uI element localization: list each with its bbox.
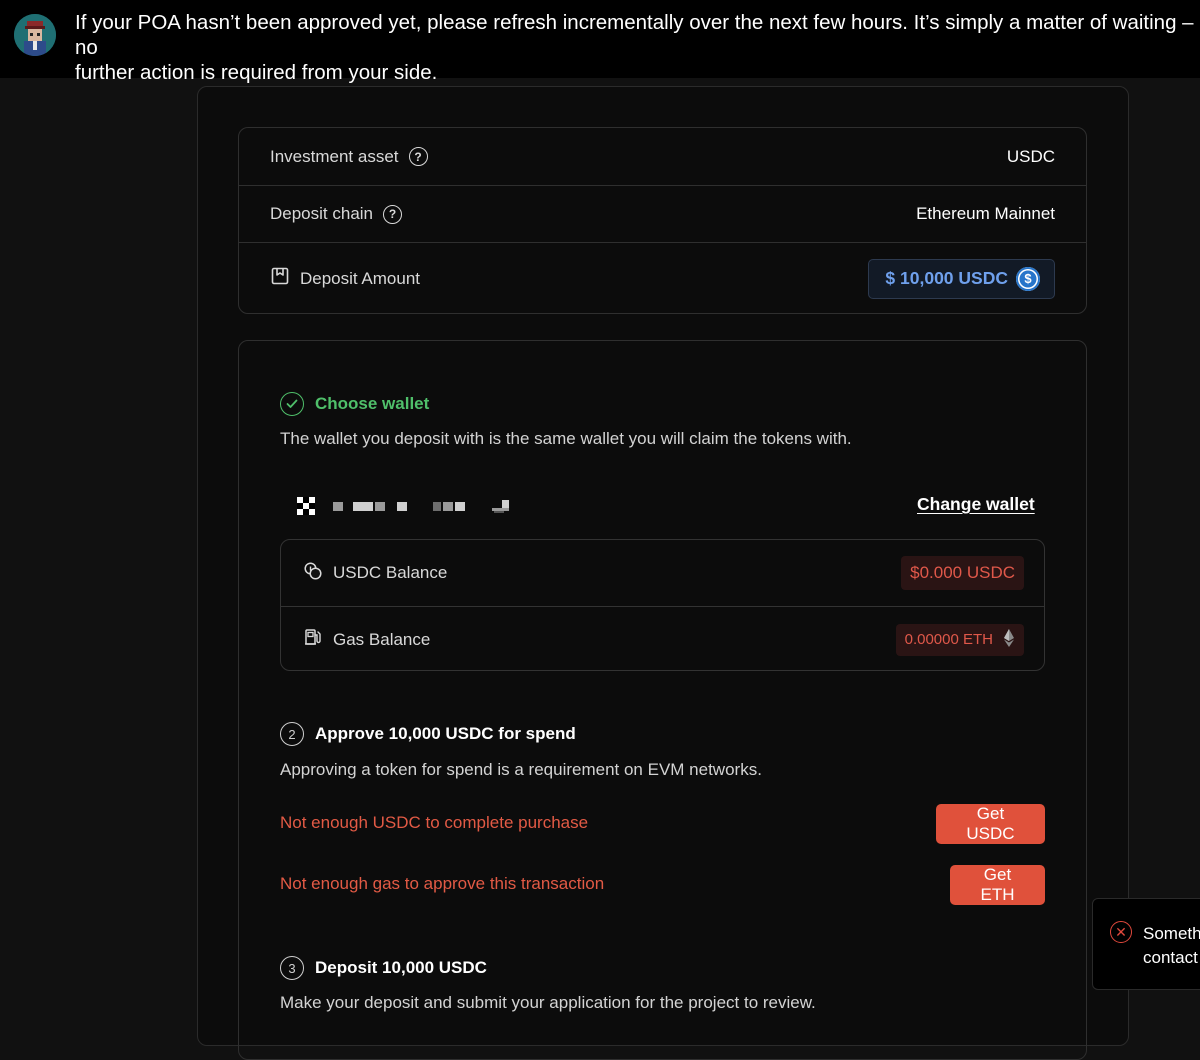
question-circle-icon[interactable]: ?: [408, 147, 428, 166]
avatar: [14, 14, 56, 56]
step-deposit-title: Deposit 10,000 USDC: [315, 958, 487, 977]
step-approve-description: Approving a token for spend is a require…: [280, 760, 762, 779]
error-not-enough-usdc: Not enough USDC to complete purchase: [280, 813, 589, 832]
usdc-balance-row: USDC Balance $0.000 USDC: [281, 540, 1044, 606]
announcement-banner: If your POA hasn’t been approved yet, pl…: [0, 0, 1200, 84]
deposit-chain-value: Ethereum Mainnet: [916, 204, 1055, 223]
step-deposit-description: Make your deposit and submit your applic…: [280, 993, 816, 1012]
step-choose-wallet-description: The wallet you deposit with is the same …: [280, 429, 852, 448]
step-approve-title: Approve 10,000 USDC for spend: [315, 724, 576, 743]
deposit-amount-row: Deposit Amount $ 10,000 USDC $: [239, 242, 1086, 314]
check-circle-icon: [280, 392, 304, 416]
deposit-amount-value: $ 10,000 USDC: [885, 268, 1008, 288]
wallet-balances: USDC Balance $0.000 USDC Gas Balance 0.0…: [280, 539, 1045, 671]
ethereum-icon: [1003, 628, 1015, 652]
get-usdc-button[interactable]: Get USDC: [936, 804, 1045, 844]
gas-balance-badge: 0.00000 ETH: [895, 623, 1024, 656]
step-deposit-heading: 3 Deposit 10,000 USDC: [280, 956, 487, 980]
step-deposit-number: 3: [280, 956, 304, 980]
deposit-summary: Investment asset ? USDC Deposit chain ? …: [238, 127, 1087, 314]
step-choose-wallet-heading: Choose wallet: [280, 392, 429, 416]
deposit-chain-label: Deposit chain: [270, 204, 374, 223]
wallet-address-redacted: [295, 495, 511, 517]
change-wallet-link[interactable]: Change wallet: [917, 494, 1035, 515]
toast-message: Someth contact: [1143, 924, 1200, 967]
question-circle-icon[interactable]: ?: [383, 204, 403, 224]
investment-asset-label: Investment asset: [270, 146, 399, 166]
bookmark-box-icon: [270, 266, 290, 291]
gas-balance-label: Gas Balance: [333, 629, 431, 649]
usdc-balance-label: USDC Balance: [333, 563, 448, 582]
usdc-balance-value: $0.000 USDC: [901, 556, 1024, 590]
deposit-amount-pill: $ 10,000 USDC $: [868, 258, 1055, 299]
step-approve-heading: 2 Approve 10,000 USDC for spend: [280, 722, 576, 746]
step-approve-number: 2: [280, 722, 304, 746]
usdc-coin-icon: $: [1016, 266, 1040, 291]
x-circle-icon: ✕: [1110, 921, 1132, 943]
deposit-chain-row: Deposit chain ? Ethereum Mainnet: [239, 185, 1086, 242]
error-toast[interactable]: ✕ Someth contact: [1092, 898, 1200, 990]
deposit-amount-label: Deposit Amount: [300, 268, 421, 288]
step-choose-wallet-title: Choose wallet: [315, 394, 430, 413]
gas-balance-value: 0.00000 ETH: [904, 631, 993, 648]
error-not-enough-gas: Not enough gas to approve this transacti…: [280, 874, 605, 893]
investment-asset-row: Investment asset ? USDC: [239, 128, 1086, 185]
investment-asset-value: USDC: [1006, 146, 1055, 166]
fuel-pump-icon: [303, 627, 323, 652]
wallet-avatar-icon: [297, 497, 315, 515]
gas-balance-row: Gas Balance 0.00000 ETH: [281, 606, 1044, 672]
banner-message: If your POA hasn’t been approved yet, pl…: [75, 11, 1194, 84]
coins-icon: [303, 561, 323, 586]
get-eth-button[interactable]: Get ETH: [950, 865, 1045, 905]
